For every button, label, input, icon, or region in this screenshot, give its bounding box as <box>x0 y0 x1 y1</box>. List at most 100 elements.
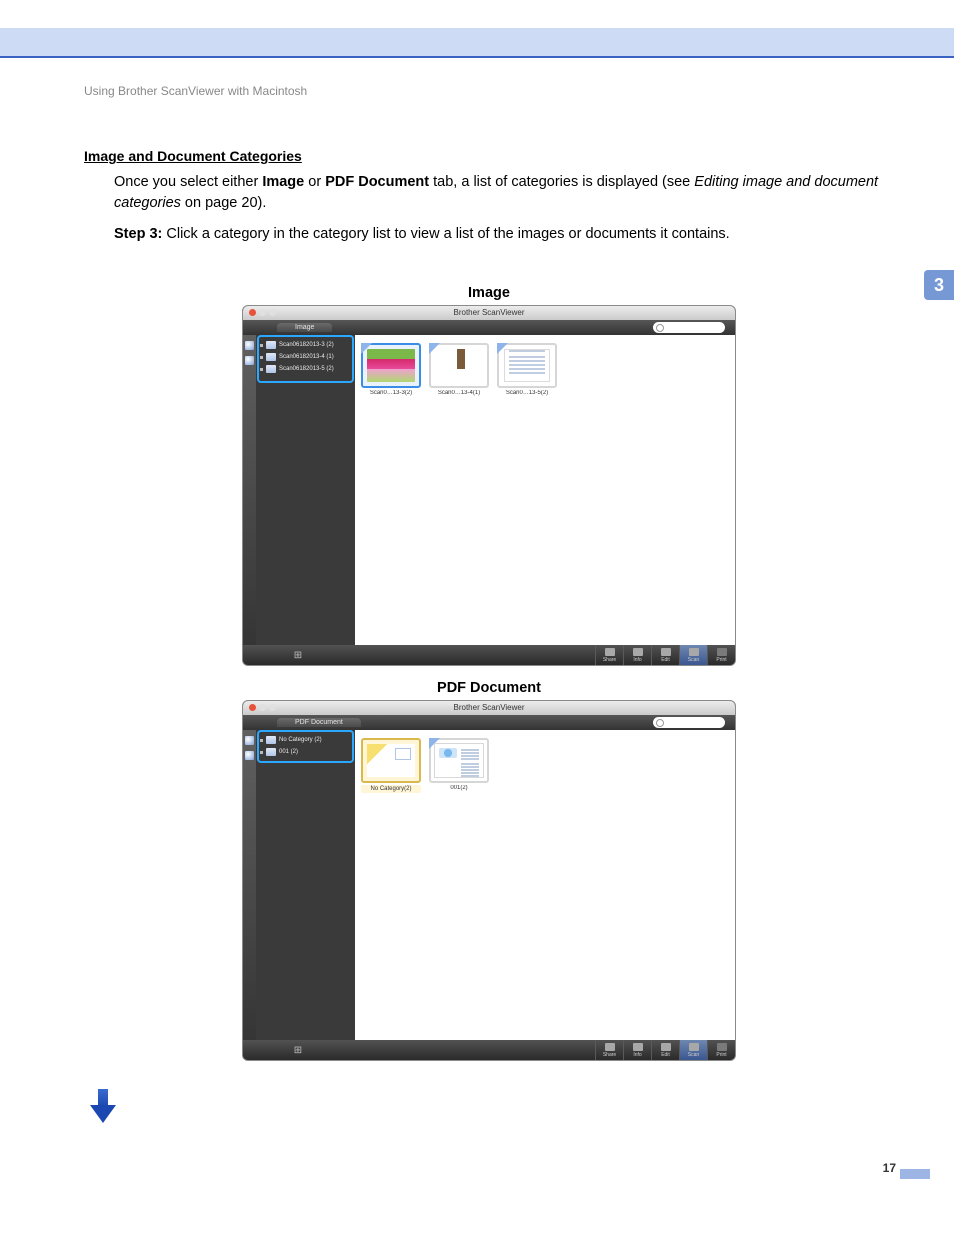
thumbnail-label: 001(2) <box>429 785 489 791</box>
minimize-icon[interactable] <box>259 704 266 711</box>
text: Click a category in the category list to… <box>162 226 729 242</box>
tool-label: Share <box>603 657 616 663</box>
thumbnail-area: No Category(2) 001(2) <box>355 730 735 1040</box>
folder-icon <box>266 736 276 744</box>
text-bold: Step 3: <box>114 226 162 242</box>
paragraph-2: Step 3: Click a category in the category… <box>114 224 894 245</box>
rail-icon[interactable] <box>245 356 254 365</box>
thumbnail[interactable]: Scan0…13-3(2) <box>361 343 421 396</box>
text: or <box>304 174 325 190</box>
text-bold: PDF Document <box>325 174 429 190</box>
tool-label: Edit <box>661 657 670 663</box>
thumbnail-label: Scan0…13-4(1) <box>429 390 489 396</box>
paragraph-1: Once you select either Image or PDF Docu… <box>114 172 894 214</box>
sidebar-item-label: Scan06182013-5 (2) <box>279 366 334 372</box>
tab-strip: Image <box>243 320 735 335</box>
tool-label: Scan <box>688 1052 699 1058</box>
section-title: Image and Document Categories <box>84 148 894 164</box>
share-button[interactable]: Share <box>595 645 623 665</box>
window-titlebar: Brother ScanViewer <box>243 306 735 320</box>
thumbnail[interactable]: Scan0…13-5(2) <box>497 343 557 396</box>
figure-label-image: Image <box>84 285 894 301</box>
info-button[interactable]: Info <box>623 1040 651 1060</box>
tab-image[interactable]: Image <box>277 323 332 332</box>
add-button[interactable]: ⊞ <box>289 650 307 661</box>
sidebar-item[interactable]: No Category (2) <box>256 734 355 746</box>
thumbnail[interactable]: 001(2) <box>429 738 489 791</box>
bullet-icon <box>260 368 263 371</box>
app-footer: ⊞ Share Info Edit Scan Print <box>243 645 735 665</box>
share-icon <box>605 648 615 656</box>
print-icon <box>717 1043 727 1051</box>
scan-icon <box>689 648 699 656</box>
app-window-image: Brother ScanViewer Image Scan06182013-3 … <box>242 305 736 666</box>
sidebar-item[interactable]: Scan06182013-3 (2) <box>256 339 355 351</box>
rail-icon[interactable] <box>245 751 254 760</box>
info-icon <box>633 648 643 656</box>
bullet-icon <box>260 751 263 754</box>
maximize-icon[interactable] <box>269 309 276 316</box>
figure-label-pdf: PDF Document <box>84 680 894 696</box>
sidebar-item-label: Scan06182013-3 (2) <box>279 342 334 348</box>
print-button[interactable]: Print <box>707 645 735 665</box>
edit-icon <box>661 1043 671 1051</box>
window-title: Brother ScanViewer <box>454 308 525 317</box>
text: Once you select either <box>114 174 262 190</box>
close-icon[interactable] <box>249 704 256 711</box>
app-window-pdf: Brother ScanViewer PDF Document No Categ… <box>242 700 736 1061</box>
tool-label: Info <box>633 1052 641 1058</box>
thumbnail-label: No Category(2) <box>361 785 421 793</box>
tab-pdf-document[interactable]: PDF Document <box>277 718 361 727</box>
sidebar: Scan06182013-3 (2) Scan06182013-4 (1) Sc… <box>256 335 355 645</box>
chapter-tab: 3 <box>924 270 954 300</box>
add-button[interactable]: ⊞ <box>289 1045 307 1056</box>
print-icon <box>717 648 727 656</box>
folder-icon <box>266 365 276 373</box>
traffic-lights <box>249 309 276 316</box>
tool-label: Print <box>716 1052 726 1058</box>
minimize-icon[interactable] <box>259 309 266 316</box>
thumbnail-image <box>435 744 483 777</box>
header-band <box>0 28 954 58</box>
tab-strip: PDF Document <box>243 715 735 730</box>
thumbnail-image <box>367 349 415 382</box>
sidebar: No Category (2) 001 (2) <box>256 730 355 1040</box>
tool-label: Scan <box>688 657 699 663</box>
window-title: Brother ScanViewer <box>454 703 525 712</box>
info-button[interactable]: Info <box>623 645 651 665</box>
sidebar-item-label: Scan06182013-4 (1) <box>279 354 334 360</box>
app-footer: ⊞ Share Info Edit Scan Print <box>243 1040 735 1060</box>
folder-icon <box>266 353 276 361</box>
edit-button[interactable]: Edit <box>651 645 679 665</box>
tool-label: Info <box>633 657 641 663</box>
scan-button[interactable]: Scan <box>679 645 707 665</box>
folder-icon <box>266 748 276 756</box>
scan-icon <box>689 1043 699 1051</box>
search-input[interactable] <box>653 717 725 728</box>
down-arrow-icon <box>90 1089 116 1125</box>
tool-label: Edit <box>661 1052 670 1058</box>
page-number: 17 <box>883 1161 896 1175</box>
sidebar-item[interactable]: 001 (2) <box>256 746 355 758</box>
edit-button[interactable]: Edit <box>651 1040 679 1060</box>
thumbnail-label: Scan0…13-3(2) <box>361 390 421 396</box>
search-input[interactable] <box>653 322 725 333</box>
thumbnail[interactable]: No Category(2) <box>361 738 421 793</box>
sidebar-item[interactable]: Scan06182013-4 (1) <box>256 351 355 363</box>
close-icon[interactable] <box>249 309 256 316</box>
sidebar-rail <box>243 730 256 1040</box>
text: on page 20). <box>181 195 266 211</box>
share-button[interactable]: Share <box>595 1040 623 1060</box>
tool-label: Print <box>716 657 726 663</box>
rail-icon[interactable] <box>245 341 254 350</box>
thumbnail-image <box>505 350 549 381</box>
print-button[interactable]: Print <box>707 1040 735 1060</box>
share-icon <box>605 1043 615 1051</box>
sidebar-item[interactable]: Scan06182013-5 (2) <box>256 363 355 375</box>
thumbnail[interactable]: Scan0…13-4(1) <box>429 343 489 396</box>
flag-icon <box>429 343 440 354</box>
maximize-icon[interactable] <box>269 704 276 711</box>
scan-button[interactable]: Scan <box>679 1040 707 1060</box>
text: tab, a list of categories is displayed (… <box>429 174 694 190</box>
rail-icon[interactable] <box>245 736 254 745</box>
